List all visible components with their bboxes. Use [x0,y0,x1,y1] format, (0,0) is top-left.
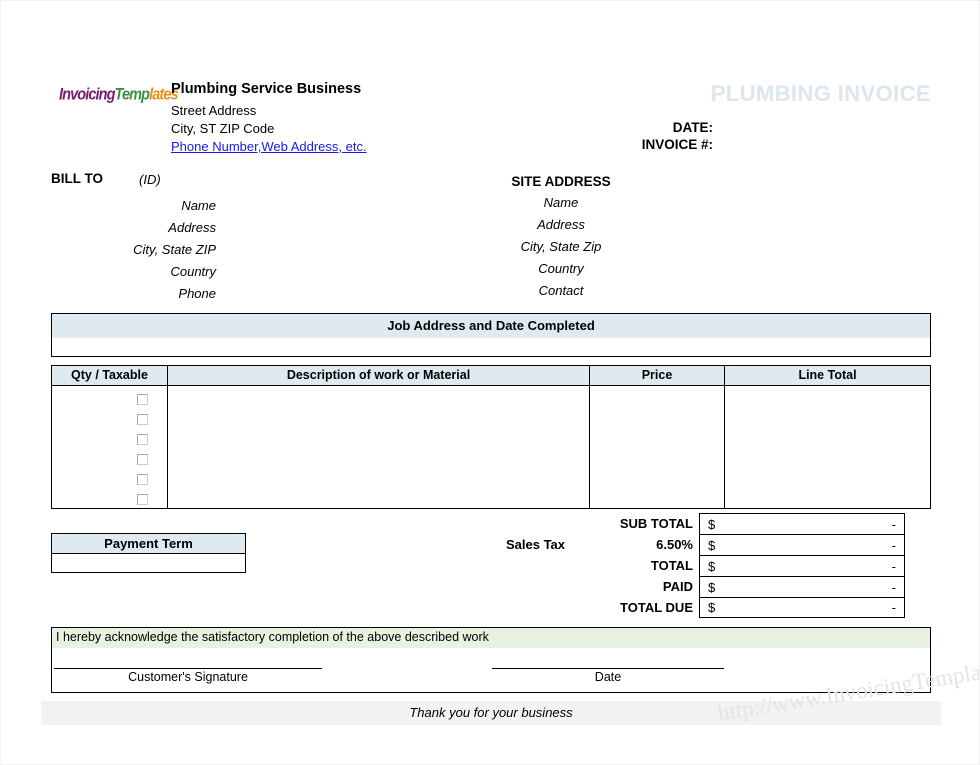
line-items-body [52,386,930,508]
line-total-column[interactable] [725,386,930,508]
total-due-amount: $ - [699,597,905,618]
sub-total-label: SUB TOTAL [619,516,693,531]
table-row [52,434,167,454]
bill-to-address: Address [168,220,216,235]
taxable-checkbox[interactable] [137,474,148,485]
amount-value: - [891,558,896,574]
table-row [52,494,167,508]
table-row [52,394,167,414]
paid-amount[interactable]: $ - [699,576,905,597]
site-contact: Contact [538,283,584,298]
totals-row-sales-tax: Sales Tax 6.50% $ - [481,534,931,555]
price-column[interactable] [590,386,725,508]
signature-line[interactable] [54,668,322,669]
column-header-line-total: Line Total [798,368,857,382]
currency-symbol: $ [708,600,716,615]
amount-value: - [891,600,896,615]
totals-note-blank [481,576,591,597]
logo-part-1: Invoicing [59,86,115,104]
description-column[interactable] [168,386,590,508]
site-country: Country [538,261,584,276]
document-title-watermark: PLUMBING INVOICE [710,81,931,106]
sales-tax-rate[interactable]: 6.50% [591,534,699,555]
date-label: DATE: [672,120,713,135]
taxable-checkbox[interactable] [137,394,148,405]
amount-value: - [891,537,896,553]
sub-total-amount: $ - [699,513,905,534]
totals-note-blank [481,597,591,618]
sales-tax-note: Sales Tax [506,537,566,552]
line-items-header-row: Qty / Taxable Description of work or Mat… [52,366,930,386]
line-items-table: Qty / Taxable Description of work or Mat… [51,365,931,509]
acknowledgement-text: I hereby acknowledge the satisfactory co… [52,628,930,648]
bill-to-phone: Phone [178,286,216,301]
company-name: Plumbing Service Business [171,81,362,97]
payment-term-box: Payment Term [51,533,246,573]
column-header-price: Price [590,366,725,385]
currency-symbol: $ [708,579,716,595]
taxable-checkbox[interactable] [137,494,148,505]
footer-thanks: Thank you for your business [41,701,941,725]
invoice-number-label: INVOICE #: [641,137,713,152]
amount-value: - [891,516,896,532]
company-city: City, ST ZIP Code [171,121,275,136]
payment-term-input[interactable] [52,554,245,572]
currency-symbol: $ [708,537,716,553]
totals-row-total-due: TOTAL DUE $ - [481,597,931,618]
taxable-checkbox[interactable] [137,414,148,425]
currency-symbol: $ [708,516,716,532]
signature-area: Customer's Signature Date [52,648,930,692]
bill-to-title: BILL TO [51,171,104,186]
taxable-checkbox[interactable] [137,434,148,445]
company-web-link[interactable]: Phone Number,Web Address, etc. [171,138,367,156]
totals-row-paid: PAID $ - [481,576,931,597]
totals-row-total: TOTAL $ - [481,555,931,576]
table-row [52,414,167,434]
totals-row-sub-total: SUB TOTAL $ - [481,513,931,534]
sales-tax-amount: $ - [699,534,905,555]
taxable-checkbox[interactable] [137,454,148,465]
payment-term-title: Payment Term [52,534,245,554]
site-address-title: SITE ADDRESS [511,174,611,189]
logo-part-2: Temp [114,86,150,104]
bill-to-country: Country [170,264,216,279]
currency-symbol: $ [708,558,716,574]
column-header-description: Description of work or Material [168,366,590,385]
acknowledgement-box: I hereby acknowledge the satisfactory co… [51,627,931,693]
bill-to-city-state-zip: City, State ZIP [133,242,216,257]
signature-label: Customer's Signature [128,670,248,684]
totals-section: SUB TOTAL $ - Sales Tax 6.50% $ - TOTAL … [481,513,931,618]
total-due-label: TOTAL DUE [620,600,693,615]
table-row [52,474,167,494]
site-city-state-zip: City, State Zip [520,239,602,254]
totals-note-blank [481,555,591,576]
total-label: TOTAL [650,558,693,573]
bill-to-name: Name [181,198,216,213]
invoice-header: InvoicingTemplates Plumbing Service Busi… [51,71,931,161]
bill-to-lines: Name Address City, State ZIP Country Pho… [11,195,216,305]
company-details: Plumbing Service Business Street Address… [171,79,501,156]
invoicing-templates-logo: InvoicingTemplates [59,86,179,104]
total-amount: $ - [699,555,905,576]
job-address-title: Job Address and Date Completed [52,314,930,338]
totals-note-blank [481,513,591,534]
job-address-box: Job Address and Date Completed [51,313,931,357]
table-row [52,454,167,474]
column-header-qty-taxable: Qty / Taxable [52,366,168,385]
date-label: Date [594,670,622,684]
invoice-meta-labels: DATE: INVOICE #: [571,119,713,153]
paid-label: PAID [662,579,693,594]
date-line[interactable] [492,668,724,669]
site-address-block: SITE ADDRESS Name Address City, State Zi… [431,171,691,302]
bill-to-id: (ID) [139,172,161,187]
job-address-input[interactable] [52,338,930,356]
qty-taxable-column [52,386,168,508]
amount-value: - [891,579,896,595]
site-name: Name [543,195,579,210]
company-street: Street Address [171,103,257,118]
site-address-line: Address [537,217,585,232]
invoice-page: InvoicingTemplates Plumbing Service Busi… [0,0,980,765]
